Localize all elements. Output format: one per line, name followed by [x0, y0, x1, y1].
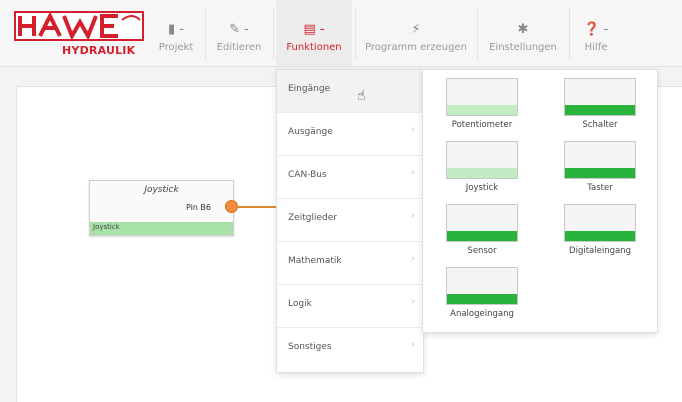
gear-icon: ✱ — [517, 22, 529, 37]
menu-item-ausgaenge[interactable]: Ausgänge › — [277, 113, 423, 156]
menu-item-label: Logik — [288, 299, 312, 309]
block-label: Schalter — [582, 120, 618, 130]
menu-item-can-bus[interactable]: CAN-Bus › — [277, 156, 423, 199]
menu-item-zeitglieder[interactable]: Zeitglieder › — [277, 199, 423, 242]
menu-item-label: CAN-Bus — [288, 170, 327, 180]
menu-item-label: Mathematik — [288, 256, 342, 266]
menu-item-label: Zeitglieder — [288, 213, 337, 223]
block-label: Potentiometer — [451, 120, 513, 130]
hawe-logo: HYDRAULIK — [14, 10, 144, 60]
block-tile — [446, 267, 518, 305]
toolbar-divider — [355, 8, 356, 60]
block-tile — [564, 204, 636, 242]
node-bar-label: Joystick — [93, 223, 120, 231]
menu-item-mathematik[interactable]: Mathematik › — [277, 242, 423, 285]
toolbar-divider — [273, 8, 274, 60]
pencil-icon: ✎ - — [229, 22, 249, 37]
block-joystick[interactable]: Joystick — [427, 141, 537, 199]
block-tile — [446, 141, 518, 179]
block-fill — [565, 105, 635, 115]
toolbar: HYDRAULIK ▮ - Projekt ✎ - Editieren ▤ - … — [0, 0, 682, 67]
toolbar-hilfe-label: Hilfe — [584, 42, 608, 53]
joystick-node[interactable]: Joystick Pin B6 Joystick — [89, 180, 234, 236]
node-pin-label: Pin B6 — [185, 203, 211, 212]
chevron-right-icon: › — [411, 125, 415, 135]
block-tile — [564, 141, 636, 179]
toolbar-funktionen[interactable]: ▤ - Funktionen — [276, 0, 352, 66]
toolbar-divider — [477, 8, 478, 60]
block-fill — [447, 231, 517, 241]
node-title: Joystick — [144, 185, 179, 195]
toolbar-editieren-label: Editieren — [216, 42, 262, 53]
bolt-icon: ⚡ — [411, 22, 421, 37]
block-label: Sensor — [467, 246, 497, 256]
block-label: Taster — [587, 183, 613, 193]
eingaenge-submenu: Potentiometer Schalter Joystick Taster S… — [422, 69, 658, 333]
chevron-right-icon: › — [411, 211, 415, 221]
chevron-right-icon: › — [411, 254, 415, 264]
block-potentiometer[interactable]: Potentiometer — [427, 78, 537, 136]
menu-item-label: Eingänge — [288, 84, 331, 94]
connection-wire[interactable] — [236, 206, 276, 208]
file-icon: ▮ - — [168, 22, 184, 37]
block-schalter[interactable]: Schalter — [545, 78, 655, 136]
chevron-right-icon: › — [411, 340, 415, 350]
toolbar-divider — [569, 8, 570, 60]
toolbar-projekt[interactable]: ▮ - Projekt — [150, 0, 202, 66]
functions-icon: ▤ - — [303, 22, 325, 37]
chevron-right-icon: › — [411, 297, 415, 307]
logo-subtext: HYDRAULIK — [62, 44, 136, 57]
block-sensor[interactable]: Sensor — [427, 204, 537, 262]
toolbar-editieren[interactable]: ✎ - Editieren — [208, 0, 270, 66]
block-analogeingang[interactable]: Analogeingang — [427, 267, 537, 325]
block-fill — [447, 294, 517, 304]
block-tile — [446, 78, 518, 116]
block-taster[interactable]: Taster — [545, 141, 655, 199]
menu-item-eingaenge[interactable]: Eingänge ☝ — [277, 70, 423, 113]
toolbar-divider — [205, 8, 206, 60]
toolbar-programm-erzeugen-label: Programm erzeugen — [365, 42, 467, 53]
menu-item-logik[interactable]: Logik › — [277, 285, 423, 328]
toolbar-einstellungen[interactable]: ✱ Einstellungen — [480, 0, 566, 66]
block-fill — [447, 105, 517, 115]
node-status-bar: Joystick — [90, 222, 233, 235]
menu-item-label: Ausgänge — [288, 127, 333, 137]
toolbar-funktionen-label: Funktionen — [286, 42, 342, 53]
block-tile — [564, 78, 636, 116]
functions-menu: Eingänge ☝ Ausgänge › CAN-Bus › Zeitglie… — [276, 69, 424, 373]
toolbar-einstellungen-label: Einstellungen — [489, 42, 557, 53]
chevron-right-icon: › — [411, 168, 415, 178]
block-fill — [565, 168, 635, 178]
block-label: Digitaleingang — [569, 246, 631, 256]
toolbar-hilfe[interactable]: ❓ - Hilfe — [572, 0, 620, 66]
menu-item-sonstiges[interactable]: Sonstiges › — [277, 328, 423, 370]
block-digitaleingang[interactable]: Digitaleingang — [545, 204, 655, 262]
block-label: Joystick — [465, 183, 499, 193]
block-label: Analogeingang — [450, 309, 514, 319]
toolbar-programm-erzeugen[interactable]: ⚡ Programm erzeugen — [358, 0, 474, 66]
logo-mark-icon — [14, 11, 144, 41]
block-fill — [565, 231, 635, 241]
hand-cursor-icon: ☝ — [357, 88, 366, 104]
block-fill — [447, 168, 517, 178]
block-tile — [446, 204, 518, 242]
toolbar-projekt-label: Projekt — [158, 42, 194, 53]
menu-item-label: Sonstiges — [288, 342, 332, 352]
help-icon: ❓ - — [583, 22, 609, 37]
